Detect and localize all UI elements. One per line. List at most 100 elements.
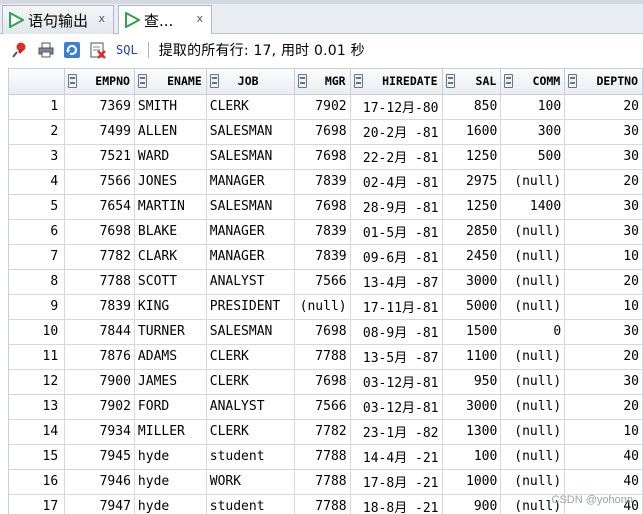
cell-job[interactable]: student xyxy=(206,494,295,514)
column-header-ename[interactable]: ENAME xyxy=(134,69,207,95)
table-row[interactable]: 5 7654 MARTIN SALESMAN 7698 28-9月 -81 1250 1400… xyxy=(9,194,643,220)
cell-hiredate[interactable]: 28-9月 -81 xyxy=(350,194,443,220)
cell-deptno[interactable]: 30 xyxy=(564,219,643,245)
cell-ename[interactable]: JAMES xyxy=(134,369,207,395)
close-icon[interactable]: x xyxy=(98,12,105,25)
table-row[interactable]: 4 7566 JONES MANAGER 7839 02-4月 -81 2975 (null)… xyxy=(9,169,643,195)
cell-mgr[interactable]: 7782 xyxy=(294,419,351,445)
cell-job[interactable]: PRESIDENT xyxy=(206,294,295,320)
cell-empno[interactable]: 7566 xyxy=(64,169,135,195)
cell-sal[interactable]: 1500 xyxy=(442,319,502,345)
table-row[interactable]: 12 7900 JAMES CLERK 7698 03-12月-81 950 (null) 30 xyxy=(9,369,643,395)
table-row[interactable]: 2 7499 ALLEN SALESMAN 7698 20-2月 -81 1600 300 30 xyxy=(9,119,643,145)
table-row[interactable]: 6 7698 BLAKE MANAGER 7839 01-5月 -81 2850 (null)… xyxy=(9,219,643,245)
cell-empno[interactable]: 7654 xyxy=(64,194,135,220)
cell-mgr[interactable]: (null) xyxy=(294,294,351,320)
cell-empno[interactable]: 7900 xyxy=(64,369,135,395)
cell-job[interactable]: ANALYST xyxy=(206,269,295,295)
cell-mgr[interactable]: 7902 xyxy=(294,94,351,120)
cell-deptno[interactable]: 30 xyxy=(564,319,643,345)
cell-ename[interactable]: TURNER xyxy=(134,319,207,345)
refresh-icon[interactable] xyxy=(62,40,82,60)
cell-hiredate[interactable]: 02-4月 -81 xyxy=(350,169,443,195)
cell-deptno[interactable]: 30 xyxy=(564,144,643,170)
cell-ename[interactable]: CLARK xyxy=(134,244,207,270)
cell-deptno[interactable]: 20 xyxy=(564,269,643,295)
cell-deptno[interactable]: 10 xyxy=(564,419,643,445)
cell-mgr[interactable]: 7698 xyxy=(294,319,351,345)
cell-job[interactable]: CLERK xyxy=(206,94,295,120)
table-row[interactable]: 15 7945 hyde student 7788 14-4月 -21 100 (null) 4… xyxy=(9,444,643,470)
cell-deptno[interactable]: 10 xyxy=(564,294,643,320)
column-header-comm[interactable]: COMM xyxy=(500,69,566,95)
cell-empno[interactable]: 7788 xyxy=(64,269,135,295)
cell-sal[interactable]: 1100 xyxy=(442,344,502,370)
cell-mgr[interactable]: 7788 xyxy=(294,469,351,495)
cell-empno[interactable]: 7521 xyxy=(64,144,135,170)
cell-ename[interactable]: FORD xyxy=(134,394,207,420)
sql-button[interactable]: SQL xyxy=(116,43,138,57)
cell-hiredate[interactable]: 23-1月 -82 xyxy=(350,419,443,445)
tab-statement-output[interactable]: 语句输出 x xyxy=(2,5,114,34)
cell-hiredate[interactable]: 22-2月 -81 xyxy=(350,144,443,170)
cell-sal[interactable]: 900 xyxy=(442,494,502,514)
table-row[interactable]: 3 7521 WARD SALESMAN 7698 22-2月 -81 1250 500 30 xyxy=(9,144,643,170)
cell-deptno[interactable]: 20 xyxy=(564,169,643,195)
cell-comm[interactable]: (null) xyxy=(500,244,566,270)
cell-ename[interactable]: SMITH xyxy=(134,94,207,120)
cell-hiredate[interactable]: 13-5月 -87 xyxy=(350,344,443,370)
cell-comm[interactable]: (null) xyxy=(500,219,566,245)
cell-comm[interactable]: 100 xyxy=(500,94,566,120)
cell-sal[interactable]: 1300 xyxy=(442,419,502,445)
cell-job[interactable]: MANAGER xyxy=(206,169,295,195)
cell-deptno[interactable]: 30 xyxy=(564,194,643,220)
cell-empno[interactable]: 7934 xyxy=(64,419,135,445)
cell-ename[interactable]: KING xyxy=(134,294,207,320)
cell-hiredate[interactable]: 17-12月-80 xyxy=(350,94,443,120)
cell-comm[interactable]: (null) xyxy=(500,344,566,370)
cell-comm[interactable]: (null) xyxy=(500,369,566,395)
cell-mgr[interactable]: 7566 xyxy=(294,394,351,420)
cell-comm[interactable]: (null) xyxy=(500,444,566,470)
tab-query-result[interactable]: 查... x xyxy=(118,5,212,35)
table-row[interactable]: 9 7839 KING PRESIDENT (null) 17-11月-81 5000 (nu… xyxy=(9,294,643,320)
cell-comm[interactable]: (null) xyxy=(500,419,566,445)
cell-comm[interactable]: (null) xyxy=(500,394,566,420)
cell-sal[interactable]: 1250 xyxy=(442,144,502,170)
cell-ename[interactable]: SCOTT xyxy=(134,269,207,295)
cell-job[interactable]: CLERK xyxy=(206,369,295,395)
cell-job[interactable]: SALESMAN xyxy=(206,319,295,345)
cell-job[interactable]: SALESMAN xyxy=(206,144,295,170)
cell-ename[interactable]: hyde xyxy=(134,469,207,495)
cell-deptno[interactable]: 30 xyxy=(564,369,643,395)
cell-hiredate[interactable]: 08-9月 -81 xyxy=(350,319,443,345)
cell-job[interactable]: CLERK xyxy=(206,344,295,370)
cell-ename[interactable]: WARD xyxy=(134,144,207,170)
cell-sal[interactable]: 2450 xyxy=(442,244,502,270)
table-row[interactable]: 11 7876 ADAMS CLERK 7788 13-5月 -87 1100 (null) 2… xyxy=(9,344,643,370)
cell-deptno[interactable]: 40 xyxy=(564,469,643,495)
table-row[interactable]: 16 7946 hyde WORK 7788 17-8月 -21 1000 (null) 40 xyxy=(9,469,643,495)
cell-deptno[interactable]: 30 xyxy=(564,119,643,145)
cell-hiredate[interactable]: 17-11月-81 xyxy=(350,294,443,320)
cell-hiredate[interactable]: 09-6月 -81 xyxy=(350,244,443,270)
table-row[interactable]: 1 7369 SMITH CLERK 7902 17-12月-80 850 100 20 xyxy=(9,94,643,120)
cell-sal[interactable]: 2850 xyxy=(442,219,502,245)
cell-ename[interactable]: BLAKE xyxy=(134,219,207,245)
table-row[interactable]: 10 7844 TURNER SALESMAN 7698 08-9月 -81 1500 0 30 xyxy=(9,319,643,345)
cell-hiredate[interactable]: 17-8月 -21 xyxy=(350,469,443,495)
cell-job[interactable]: WORK xyxy=(206,469,295,495)
result-grid[interactable]: EMPNO ENAME JOB MGR HIREDATE SAL COMM DE… xyxy=(8,68,643,514)
column-header-sal[interactable]: SAL xyxy=(442,69,502,95)
cell-ename[interactable]: JONES xyxy=(134,169,207,195)
cell-empno[interactable]: 7839 xyxy=(64,294,135,320)
cell-deptno[interactable]: 20 xyxy=(564,394,643,420)
cell-sal[interactable]: 950 xyxy=(442,369,502,395)
cell-mgr[interactable]: 7698 xyxy=(294,194,351,220)
cell-comm[interactable]: 0 xyxy=(500,319,566,345)
column-header-job[interactable]: JOB xyxy=(206,69,295,95)
column-header-mgr[interactable]: MGR xyxy=(294,69,351,95)
cell-mgr[interactable]: 7839 xyxy=(294,169,351,195)
pin-icon[interactable] xyxy=(10,40,30,60)
cell-mgr[interactable]: 7566 xyxy=(294,269,351,295)
